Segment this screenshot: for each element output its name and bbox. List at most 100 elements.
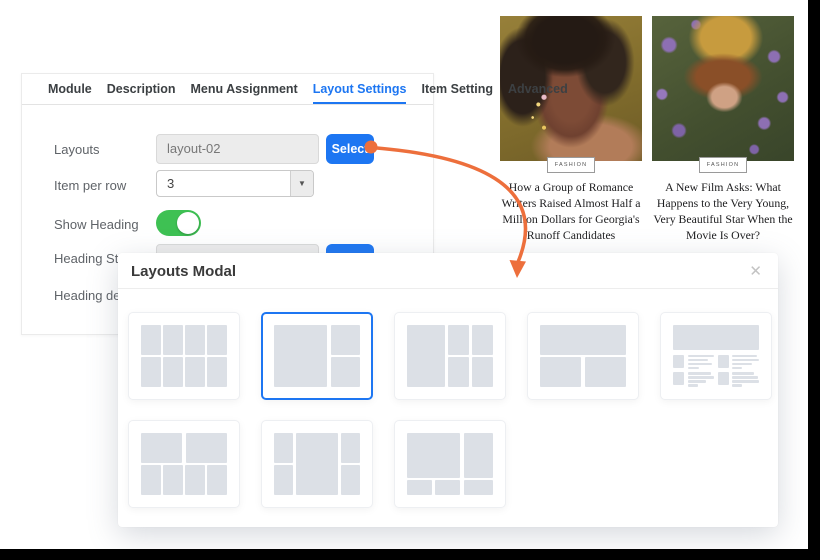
layout-option-layout-07[interactable] <box>261 420 373 508</box>
tab-layout-settings[interactable]: Layout Settings <box>313 74 407 104</box>
layout-cell <box>732 372 754 374</box>
layout-cell <box>732 355 757 357</box>
layout-cell <box>185 357 205 387</box>
layout-option-layout-06[interactable] <box>128 420 240 508</box>
layout-cell <box>732 363 752 365</box>
layout-cell <box>464 480 493 495</box>
tab-module[interactable]: Module <box>48 74 92 104</box>
layout-cell <box>718 355 729 368</box>
tab-item-setting[interactable]: Item Setting <box>421 74 493 104</box>
layouts-input[interactable]: layout-02 <box>156 134 319 164</box>
layout-cell <box>296 433 337 495</box>
layout-cell <box>163 325 183 355</box>
layouts-select-button[interactable]: Select <box>326 134 374 164</box>
article-card: FASHION A New Film Asks: What Happens to… <box>652 16 794 260</box>
layout-cell <box>688 372 711 374</box>
layout-cell <box>435 480 460 495</box>
layout-cell <box>331 325 360 355</box>
layout-cell <box>673 325 759 350</box>
modal-title: Layouts Modal <box>131 263 236 280</box>
layout-cell <box>688 355 715 357</box>
article-card: FASHION How a Group of Romance Writers R… <box>500 16 642 260</box>
layout-preview <box>274 325 360 387</box>
layout-cell <box>448 357 469 387</box>
layout-preview <box>407 325 493 387</box>
layout-cell <box>540 357 581 387</box>
layout-cell <box>341 433 360 463</box>
modal-header: Layouts Modal ✕ <box>118 253 778 289</box>
layout-thumbnails-row-1 <box>128 312 772 400</box>
layout-cell <box>274 325 327 387</box>
article-title-link[interactable]: How a Group of Romance Writers Raised Al… <box>496 180 646 244</box>
tab-bar: Module Description Menu Assignment Layou… <box>22 74 433 105</box>
layout-cell <box>186 433 227 463</box>
layout-cell <box>207 465 227 495</box>
chevron-down-icon[interactable]: ▼ <box>290 171 313 196</box>
layout-cell <box>688 384 698 386</box>
layout-cell <box>718 372 729 385</box>
layout-cell <box>141 325 161 355</box>
layout-cell <box>141 433 182 463</box>
layout-preview <box>141 325 227 387</box>
layout-cell <box>331 357 360 387</box>
layout-cell <box>732 376 758 378</box>
layout-cell <box>341 465 360 495</box>
layout-cell <box>407 325 445 387</box>
layout-cell <box>732 359 759 361</box>
item-per-row-value: 3 <box>157 176 290 191</box>
layout-cell <box>185 465 205 495</box>
layout-option-layout-03[interactable] <box>394 312 506 400</box>
layout-thumbnails-row-2 <box>128 420 506 508</box>
tab-description[interactable]: Description <box>107 74 176 104</box>
layouts-modal: Layouts Modal ✕ <box>118 253 778 527</box>
item-per-row-label: Item per row <box>54 178 126 193</box>
layout-cell <box>207 357 227 387</box>
letterbox-bar-right <box>808 0 820 560</box>
layout-cell <box>688 376 715 378</box>
layout-option-layout-05[interactable] <box>660 312 772 400</box>
layout-option-layout-01[interactable] <box>128 312 240 400</box>
category-badge[interactable]: FASHION <box>547 157 596 173</box>
layout-option-layout-04[interactable] <box>527 312 639 400</box>
layout-cell <box>688 363 712 365</box>
layout-option-layout-08[interactable] <box>394 420 506 508</box>
article-image <box>652 16 794 161</box>
layout-cell <box>141 465 161 495</box>
category-badge[interactable]: FASHION <box>699 157 748 173</box>
layout-cell <box>141 357 161 387</box>
letterbox-bar-bottom <box>0 549 820 560</box>
layout-preview <box>540 325 626 387</box>
toggle-knob-icon <box>177 212 199 234</box>
layout-cell <box>472 325 493 355</box>
tab-menu-assignment[interactable]: Menu Assignment <box>191 74 298 104</box>
layout-cell <box>732 367 741 369</box>
item-per-row-select[interactable]: 3 ▼ <box>156 170 314 197</box>
tab-advanced[interactable]: Advanced <box>508 74 568 104</box>
show-heading-label: Show Heading <box>54 217 139 232</box>
layout-cell <box>688 380 706 382</box>
layout-cell <box>163 465 183 495</box>
layout-cell <box>207 325 227 355</box>
layout-cell <box>540 325 626 355</box>
article-title-link[interactable]: A New Film Asks: What Happens to the Ver… <box>648 180 798 244</box>
layout-cell <box>472 357 493 387</box>
layout-preview <box>673 325 759 387</box>
layout-cell <box>673 355 684 368</box>
page: Module Description Menu Assignment Layou… <box>0 0 820 560</box>
layout-cell <box>163 357 183 387</box>
show-heading-toggle[interactable] <box>156 210 201 236</box>
layout-cell <box>688 359 709 361</box>
layout-cell <box>732 384 741 386</box>
layout-cell <box>732 380 759 382</box>
layout-option-layout-02[interactable] <box>261 312 373 400</box>
layout-cell <box>585 357 626 387</box>
layout-cell <box>464 433 493 478</box>
layout-cell <box>185 325 205 355</box>
close-icon[interactable]: ✕ <box>749 262 762 280</box>
layout-preview <box>274 433 360 495</box>
layout-cell <box>407 433 460 478</box>
layouts-label: Layouts <box>54 142 100 157</box>
layout-cell <box>407 480 432 495</box>
layout-preview <box>407 433 493 495</box>
layout-cell <box>673 372 684 385</box>
